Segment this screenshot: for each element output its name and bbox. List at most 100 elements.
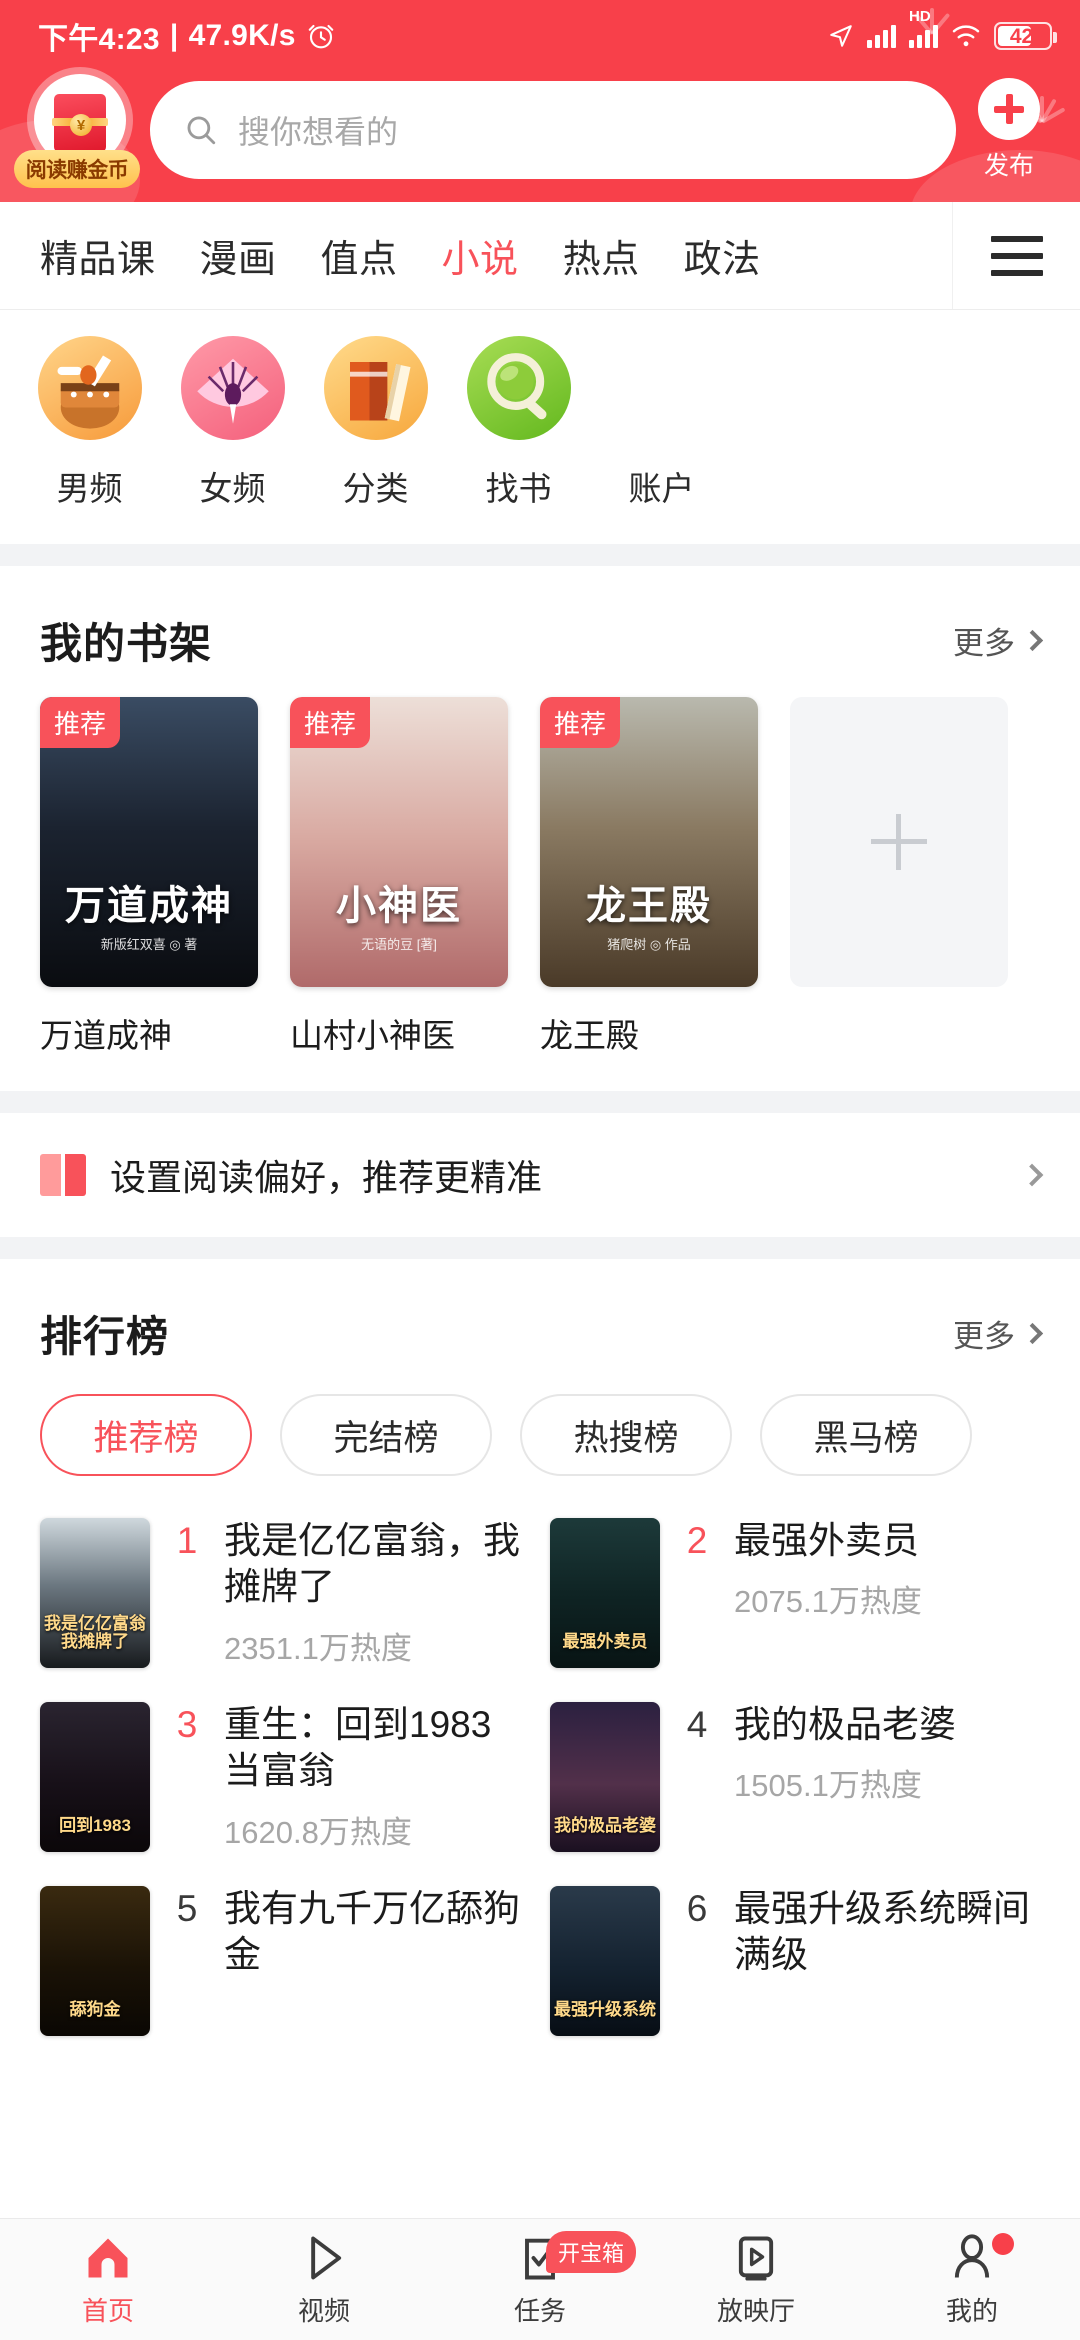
ranking-book-cover[interactable]: 最强升级系统 [550,1886,660,2036]
app-root: 下午4:23 | 47.9K/s HD 42 ¥ 阅读赚金币 搜你想看的 发布 … [0,0,1080,2340]
category-item-3[interactable]: 找书 [447,336,590,510]
ranking-item[interactable]: 舔狗金 5 我有九千万亿舔狗金 [30,1878,540,2062]
ranking-info: 我的极品老婆 1505.1万热度 [734,1702,1032,1805]
ranking-book-title: 重生：回到1983当富翁 [224,1704,492,1792]
ranking-item[interactable]: 回到1983 3 重生：回到1983当富翁 1620.8万热度 [30,1694,540,1878]
ranking-book-cover[interactable]: 我的极品老婆 [550,1702,660,1852]
category-item-0[interactable]: 男频 [18,336,161,510]
status-separator: | [169,19,179,52]
ranking-book-title: 我是亿亿富翁，我摊牌了 [224,1520,520,1608]
ranking-chip-3[interactable]: 黑马榜 [760,1394,972,1476]
ranking-more-label: 更多 [953,1319,1015,1354]
bottom-nav-放映厅[interactable]: 放映厅 [648,2219,864,2340]
nav-tab-5[interactable]: 政法 [662,228,783,283]
ranking-chip-0[interactable]: 推荐榜 [40,1394,252,1476]
category-label: 账户 [628,470,695,507]
category-shortcuts: 男频 女频 分类 找书 账户 [0,310,1080,544]
book-cover[interactable]: 推荐 小神医 无语的豆 [著] [290,697,508,987]
nav-tab-4[interactable]: 热点 [541,228,662,283]
bottom-nav-视频[interactable]: 视频 [216,2219,432,2340]
chevron-right-icon [1020,1163,1044,1187]
ranking-book-title: 我有九千万亿舔狗金 [224,1888,520,1976]
location-arrow-icon [830,25,852,47]
wifi-icon [952,25,980,47]
chevron-right-icon [1021,1322,1044,1345]
nav-tab-scroller[interactable]: 精品课 漫画 值点 小说 热点 政法 [0,228,952,283]
ranking-filter-chips: 推荐榜 完结榜 热搜榜 黑马榜 [0,1390,1080,1510]
ranking-book-cover[interactable]: 舔狗金 [40,1886,150,2036]
ranking-heat: 2075.1万热度 [734,1584,922,1620]
ranking-number: 4 [686,1704,708,1745]
magnifier-icon [466,336,571,440]
category-item-2[interactable]: 分类 [304,336,447,510]
coin-symbol: ¥ [70,114,92,136]
bottom-nav-任务[interactable]: 任务 开宝箱 [432,2219,648,2340]
category-item-1[interactable]: 女频 [161,336,304,510]
publish-button[interactable]: 发布 [956,72,1062,188]
ranking-book-cover[interactable]: 回到1983 [40,1702,150,1852]
book-cover[interactable]: 推荐 万道成神 新版红双喜 ◎ 著 [40,697,258,987]
plus-icon [871,814,927,870]
hamburger-menu-icon[interactable] [952,202,1080,309]
ranking-title: 排行榜 [40,1313,170,1360]
ranking-number: 2 [686,1520,708,1561]
book-cover[interactable]: 推荐龙王殿猪爬树 ◎ 作品 [540,697,758,987]
cover-title: 万道成神 [65,884,233,928]
nav-tab-bar: 精品课 漫画 值点 小说 热点 政法 [0,202,1080,310]
battery-level: 42 [1009,24,1034,48]
reading-preference-banner[interactable]: 设置阅读偏好，推荐更精准 [0,1113,1080,1237]
bookshelf-more-button[interactable]: 更多 [953,618,1044,663]
nav-tab-2[interactable]: 值点 [299,228,420,283]
cover-author: 猪爬树 ◎ 作品 [607,937,691,952]
bookshelf-item[interactable]: 推荐 小神医 无语的豆 [著] 山村小神医 [290,697,508,1057]
ranking-number: 5 [176,1888,198,1929]
reading-preference-text: 设置阅读偏好，推荐更精准 [110,1157,543,1198]
ranking-item[interactable]: 最强外卖员 2 最强外卖员 2075.1万热度 [540,1510,1050,1694]
nav-tab-1[interactable]: 漫画 [178,228,299,283]
bottom-nav-首页[interactable]: 首页 [0,2219,216,2340]
bookshelf-add-slot[interactable] [790,697,1008,1057]
bottom-nav-label: 视频 [297,2296,350,2326]
ranking-more-button[interactable]: 更多 [953,1311,1044,1356]
nav-tab-3[interactable]: 小说 [420,228,541,283]
ranking-heat: 1620.8万热度 [224,1814,412,1850]
ranking-book-cover[interactable]: 我是亿亿富翁 我摊牌了 [40,1518,150,1668]
signal-bars-icon [909,24,938,48]
book-name: 龙王殿 [540,1017,639,1054]
bottom-nav-我的[interactable]: 我的 [864,2219,1080,2340]
ranking-chip-2[interactable]: 热搜榜 [520,1394,732,1476]
ranking-header: 排行榜 更多 [0,1259,1080,1390]
ranking-number: 6 [686,1888,708,1929]
add-book-button[interactable] [790,697,1008,987]
red-envelope-icon: ¥ [52,94,108,152]
bookshelf-item[interactable]: 推荐 龙王殿 猪爬树 ◎ 作品 龙王殿 [540,697,758,1057]
read-earn-coins-logo[interactable]: ¥ 阅读赚金币 [14,72,140,188]
search-input[interactable]: 搜你想看的 [150,81,956,179]
bookshelf-item[interactable]: 推荐 万道成神 新版红双喜 ◎ 著万道成神 [40,697,258,1057]
treasure-box-badge[interactable]: 开宝箱 [546,2231,637,2273]
recommend-badge: 推荐 [540,697,621,748]
cover-title: 龙王殿 [586,884,712,928]
empty [610,336,714,440]
bottom-navigation-bar: 首页 视频 任务 开宝箱 放映厅 我的 [0,2218,1080,2340]
status-time: 下午4:23 [38,23,160,56]
ranking-cover-title: 舔狗金 [69,2000,121,2020]
category-label: 女频 [199,470,266,507]
ranking-chip-1[interactable]: 完结榜 [280,1394,492,1476]
book-name: 山村小神医 [290,1017,455,1054]
ranking-item[interactable]: 我是亿亿富翁 我摊牌了 1 我是亿亿富翁，我摊牌了 2351.1万热度 [30,1510,540,1694]
bottom-nav-label: 首页 [81,2296,134,2326]
ranking-book-cover[interactable]: 最强外卖员 [550,1518,660,1668]
tab-fade-overlay [910,202,952,308]
nav-tab-0[interactable]: 精品课 [18,228,178,283]
ranking-item[interactable]: 我的极品老婆 4 我的极品老婆 1505.1万热度 [540,1694,1050,1878]
bookshelf-title: 我的书架 [40,620,213,667]
logo-badge-label: 阅读赚金币 [14,150,140,188]
ranking-book-title: 最强外卖员 [734,1520,919,1561]
ranking-item[interactable]: 最强升级系统 6 最强升级系统瞬间满级 [540,1878,1050,2062]
category-item-4[interactable]: 账户 [590,336,733,510]
category-label: 分类 [342,470,409,507]
chevron-right-icon [1021,629,1044,652]
ranking-info: 最强升级系统瞬间满级 [734,1886,1032,1979]
recommend-badge: 推荐 [40,697,121,748]
